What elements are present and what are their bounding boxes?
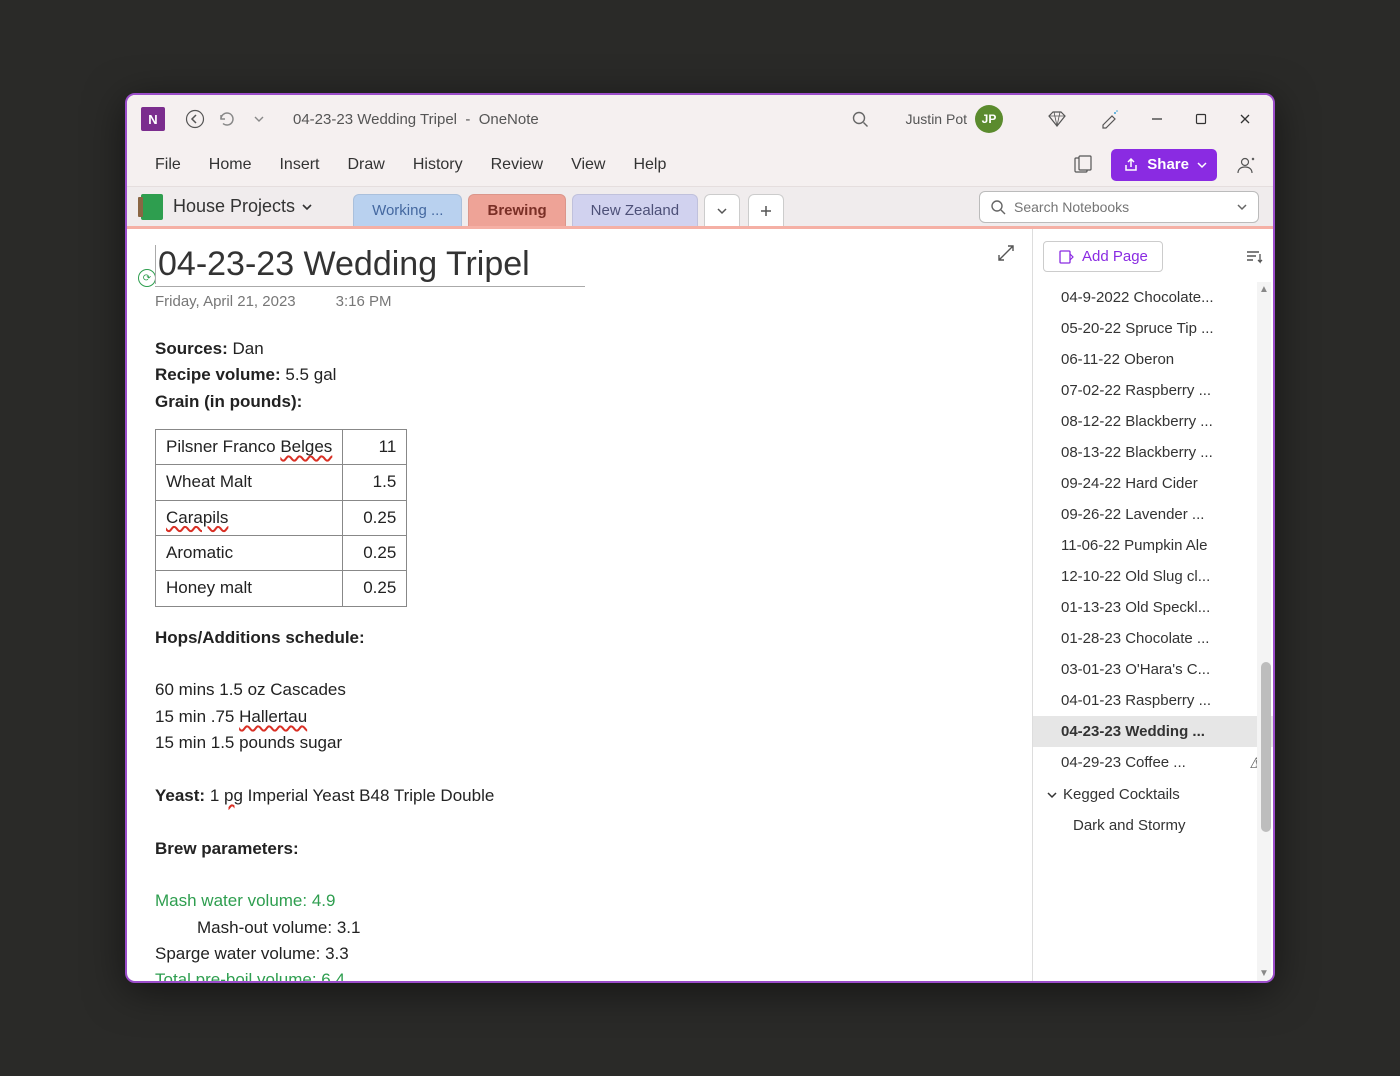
page-time: 3:16 PM — [336, 293, 392, 310]
page-item[interactable]: 03-01-23 O'Hara's C... — [1033, 654, 1273, 685]
page-item[interactable]: 09-26-22 Lavender ... — [1033, 499, 1273, 530]
search-icon — [990, 199, 1006, 215]
maximize-button[interactable] — [1179, 99, 1223, 139]
page-item-active[interactable]: 04-23-23 Wedding ... — [1033, 716, 1273, 747]
collab-icon[interactable] — [1227, 147, 1263, 183]
chevron-down-icon — [1047, 790, 1057, 800]
page-item[interactable]: 04-01-23 Raspberry ... — [1033, 685, 1273, 716]
user-avatar[interactable]: JP — [975, 105, 1003, 133]
page-item[interactable]: 08-12-22 Blackberry ... — [1033, 406, 1273, 437]
tab-add[interactable] — [748, 194, 784, 226]
search-notebooks[interactable] — [979, 191, 1259, 223]
page-item[interactable]: 09-24-22 Hard Cider — [1033, 468, 1273, 499]
page-title[interactable]: 04-23-23 Wedding Tripel — [155, 245, 585, 284]
menu-view[interactable]: View — [557, 150, 619, 180]
page-item[interactable]: 05-20-22 Spruce Tip ... — [1033, 313, 1273, 344]
premium-icon[interactable] — [1041, 103, 1073, 135]
grain-table[interactable]: Pilsner Franco Belges11 Wheat Malt1.5 Ca… — [155, 429, 407, 607]
page-item[interactable]: 07-02-22 Raspberry ... — [1033, 375, 1273, 406]
chevron-down-icon — [301, 201, 313, 213]
page-item[interactable]: 01-28-23 Chocolate ... — [1033, 623, 1273, 654]
expand-icon[interactable] — [996, 243, 1016, 263]
add-page-button[interactable]: Add Page — [1043, 241, 1163, 272]
menu-file[interactable]: File — [141, 150, 195, 180]
scrollbar-thumb[interactable] — [1261, 662, 1271, 832]
undo-button[interactable] — [211, 103, 243, 135]
tab-working[interactable]: Working ... — [353, 194, 462, 226]
search-top-button[interactable] — [844, 103, 876, 135]
share-label: Share — [1147, 156, 1189, 173]
notebook-selector[interactable]: House Projects — [173, 196, 313, 217]
onenote-app-icon — [141, 107, 165, 131]
close-button[interactable] — [1223, 99, 1267, 139]
sort-pages-icon[interactable] — [1245, 248, 1263, 266]
menu-review[interactable]: Review — [477, 150, 557, 180]
search-input[interactable] — [1014, 199, 1236, 215]
menu-help[interactable]: Help — [619, 150, 680, 180]
user-name: Justin Pot — [906, 111, 967, 127]
add-page-icon — [1058, 249, 1074, 265]
scrollbar-track[interactable] — [1257, 282, 1271, 981]
page-item[interactable]: 04-29-23 Coffee ... ⚠ — [1033, 747, 1273, 779]
chevron-down-icon — [1236, 201, 1248, 213]
scroll-up-arrow[interactable]: ▲ — [1258, 284, 1270, 295]
minimize-button[interactable] — [1135, 99, 1179, 139]
tab-new-zealand[interactable]: New Zealand — [572, 194, 698, 226]
page-item[interactable]: 11-06-22 Pumpkin Ale — [1033, 530, 1273, 561]
menu-history[interactable]: History — [399, 150, 477, 180]
page-editor[interactable]: 04-23-23 Wedding Tripel Friday, April 21… — [127, 229, 1033, 981]
page-item[interactable]: 08-13-22 Blackberry ... — [1033, 437, 1273, 468]
tab-brewing[interactable]: Brewing — [468, 194, 565, 226]
scroll-down-arrow[interactable]: ▼ — [1258, 968, 1270, 979]
page-group[interactable]: Kegged Cocktails — [1033, 779, 1273, 810]
back-button[interactable] — [179, 103, 211, 135]
page-item[interactable]: 04-9-2022 Chocolate... — [1033, 282, 1273, 313]
share-button[interactable]: Share — [1111, 149, 1217, 181]
page-list[interactable]: 04-9-2022 Chocolate... 05-20-22 Spruce T… — [1033, 282, 1273, 981]
menu-draw[interactable]: Draw — [333, 150, 398, 180]
panes-icon[interactable] — [1065, 147, 1101, 183]
notebook-icon — [141, 194, 163, 220]
window-title: 04-23-23 Wedding Tripel - OneNote — [293, 111, 539, 128]
page-item[interactable]: 12-10-22 Old Slug cl... — [1033, 561, 1273, 592]
page-item[interactable]: 01-13-23 Old Speckl... — [1033, 592, 1273, 623]
menu-home[interactable]: Home — [195, 150, 266, 180]
page-item[interactable]: 06-11-22 Oberon — [1033, 344, 1273, 375]
page-date: Friday, April 21, 2023 — [155, 293, 296, 310]
tab-overflow[interactable] — [704, 194, 740, 226]
ink-icon[interactable] — [1093, 103, 1125, 135]
menu-insert[interactable]: Insert — [265, 150, 333, 180]
qat-dropdown[interactable] — [243, 103, 275, 135]
page-item[interactable]: Dark and Stormy — [1033, 810, 1273, 841]
page-body[interactable]: Sources: Dan Recipe volume: 5.5 gal Grai… — [155, 336, 1004, 981]
